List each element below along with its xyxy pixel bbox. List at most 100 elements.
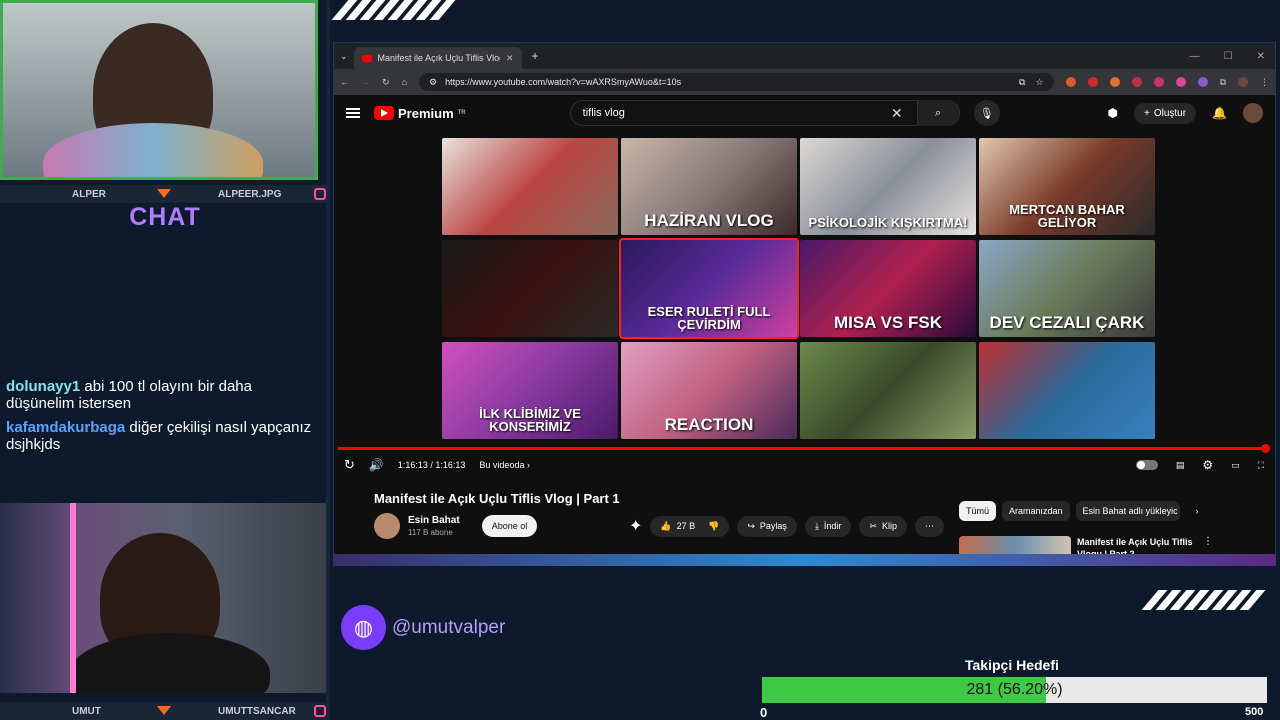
chip-from-search[interactable]: Aramanızdan — [1002, 501, 1070, 521]
forward-icon[interactable]: → — [361, 77, 370, 87]
extension-icon[interactable] — [1109, 77, 1120, 87]
cast-icon[interactable]: ⬢ — [1107, 106, 1117, 120]
replay-icon[interactable]: ↻ — [344, 457, 355, 473]
url-field[interactable]: ⚙ https://www.youtube.com/watch?v=wAXRSm… — [418, 73, 1054, 91]
subtitles-icon[interactable]: ▤ — [1176, 460, 1185, 471]
channel-name[interactable]: Esin Bahat — [408, 515, 460, 526]
subscribe-button[interactable]: Abone ol — [481, 515, 538, 537]
extension-icon[interactable] — [1087, 77, 1098, 87]
profile-avatar[interactable] — [1238, 77, 1248, 87]
search-input[interactable]: tiflis vlog ✕ ⌕ — [569, 100, 960, 126]
endscreen-video-thumbnail[interactable] — [800, 342, 976, 439]
extension-icon[interactable] — [1197, 77, 1208, 87]
overlay-divider — [326, 0, 330, 720]
channel-avatar[interactable] — [374, 513, 400, 539]
new-tab-button[interactable]: + — [522, 49, 549, 63]
webcam-top — [0, 0, 318, 180]
endscreen-video-thumbnail[interactable]: PSİKOLOJİK KIŞKIRTMA! — [800, 138, 976, 235]
thumbnail-caption: HAZİRAN VLOG — [644, 211, 774, 230]
theater-mode-icon[interactable]: ▭ — [1231, 460, 1240, 471]
youtube-region: TR — [457, 110, 466, 116]
maximize-icon[interactable]: ☐ — [1224, 51, 1233, 62]
clear-search-icon[interactable]: ✕ — [891, 105, 917, 122]
thumbs-up-icon: 👍 — [660, 520, 672, 531]
autoplay-toggle[interactable] — [1135, 460, 1158, 470]
youtube-brand: Premium — [398, 105, 454, 121]
settings-gear-icon[interactable]: ⚙ — [1202, 458, 1213, 472]
fullscreen-icon[interactable]: ⛶ — [1258, 460, 1264, 471]
browser-menu-icon[interactable]: ⋮ — [1260, 77, 1269, 88]
endscreen-video-thumbnail[interactable]: REACTION — [621, 342, 797, 439]
chevron-right-icon[interactable]: › — [1196, 506, 1199, 516]
endscreen-video-thumbnail[interactable]: DEV CEZALI ÇARK — [979, 240, 1155, 337]
create-button[interactable]: + Oluştur — [1133, 102, 1197, 124]
volume-icon[interactable]: 🔊 — [369, 458, 384, 472]
like-count: 27 B — [676, 521, 696, 531]
back-icon[interactable]: ← — [340, 77, 349, 87]
search-icon[interactable]: ⌕ — [916, 100, 959, 126]
extension-icon[interactable] — [1065, 77, 1076, 87]
thumbnail-caption: DEV CEZALI ÇARK — [989, 313, 1145, 332]
player-controls-right: ▤ ⚙ ▭ ⛶ — [1135, 458, 1264, 472]
site-info-icon[interactable]: ⚙ — [429, 77, 437, 88]
tab-title: Manifest ile Açık Uçlu Tiflis Vlog | Par… — [377, 53, 500, 63]
microphone-icon[interactable]: 🎙 — [973, 100, 1000, 126]
bookmark-star-icon[interactable]: ☆ — [1035, 77, 1043, 88]
chip-uploader[interactable]: Esin Bahat adlı yükleyic — [1075, 501, 1180, 521]
more-actions-icon[interactable]: ⋯ — [915, 515, 944, 537]
extension-icon[interactable] — [1153, 77, 1164, 87]
chat-title: CHAT — [129, 203, 201, 231]
notifications-bell-icon[interactable]: 🔔 — [1212, 106, 1227, 120]
tab-bar: ⌄ Manifest ile Açık Uçlu Tiflis Vlog | P… — [334, 43, 1275, 69]
endscreen-video-thumbnail[interactable] — [442, 138, 618, 235]
home-icon[interactable]: ⌂ — [402, 77, 407, 87]
download-button[interactable]: ⤓ İndir — [804, 515, 852, 537]
url-text: https://www.youtube.com/watch?v=wAXRSmyA… — [445, 77, 682, 87]
streamer-shirt — [70, 633, 270, 693]
youtube-header: Premium TR tiflis vlog ✕ ⌕ 🎙 ⬢ + Oluştur… — [334, 95, 1275, 131]
window-controls: — ☐ ✕ — [1190, 51, 1275, 62]
endscreen-video-thumbnail[interactable] — [979, 342, 1155, 439]
extensions-puzzle-icon[interactable]: ⧉ — [1220, 77, 1226, 88]
endscreen-video-thumbnail[interactable]: HAZİRAN VLOG — [621, 138, 797, 235]
chat-username: kafamdakurbaga — [6, 419, 126, 436]
extension-icon[interactable] — [1131, 77, 1142, 87]
tab-close-icon[interactable]: ✕ — [506, 53, 514, 64]
thumbnail-caption: ESER RULETİ FULL ÇEVİRDİM — [647, 304, 771, 332]
endscreen-video-thumbnail[interactable]: MERTCAN BAHAR GELİYOR — [979, 138, 1155, 235]
endscreen-video-thumbnail[interactable]: İLK KLİBİMİZ VE KONSERİMİZ — [442, 342, 618, 439]
window-close-icon[interactable]: ✕ — [1257, 51, 1265, 62]
install-icon[interactable]: ⧉ — [1019, 77, 1025, 88]
video-progress-bar[interactable] — [338, 444, 1270, 453]
youtube-favicon-icon — [361, 54, 372, 62]
endscreen-video-thumbnail[interactable]: MISA VS FSK — [800, 240, 976, 337]
tab-active[interactable]: Manifest ile Açık Uçlu Tiflis Vlog | Par… — [353, 47, 522, 69]
reload-icon[interactable]: ↻ — [382, 77, 390, 88]
tab-list-icon[interactable]: ⌄ — [334, 51, 354, 62]
minimize-icon[interactable]: — — [1190, 51, 1200, 62]
account-avatar[interactable] — [1243, 103, 1263, 123]
video-title: Manifest ile Açık Uçlu Tiflis Vlog | Par… — [374, 491, 620, 506]
sparkle-icon[interactable]: ✦ — [629, 516, 642, 536]
endscreen-video-thumbnail[interactable] — [442, 240, 618, 337]
thumbnail-caption: MISA VS FSK — [834, 313, 942, 332]
chapter-button[interactable]: Bu videoda › — [479, 460, 530, 470]
like-button[interactable]: 👍 27 B 👎 — [650, 515, 730, 537]
share-icon: ↪ — [747, 520, 755, 531]
streamer-shirt — [43, 123, 263, 177]
create-label: Oluştur — [1153, 107, 1187, 119]
browser-window: ⌄ Manifest ile Açık Uçlu Tiflis Vlog | P… — [333, 42, 1276, 562]
globe-icon: ◍ — [341, 605, 386, 650]
share-button[interactable]: ↪ Paylaş — [737, 515, 797, 537]
menu-icon[interactable] — [346, 108, 360, 118]
thumbnail-caption: MERTCAN BAHAR GELİYOR — [1009, 202, 1125, 230]
youtube-logo[interactable]: Premium TR — [374, 106, 466, 121]
thumbs-down-icon[interactable]: 👎 — [708, 521, 719, 532]
extension-icon[interactable] — [1175, 77, 1186, 87]
player-controls: ↻ 🔊 1:16:13 / 1:16:13 Bu videoda › ▤ ⚙ ▭… — [334, 453, 1274, 477]
search-value: tiflis vlog — [582, 107, 625, 119]
download-label: İndir — [823, 521, 842, 531]
endscreen-video-thumbnail[interactable]: ESER RULETİ FULL ÇEVİRDİM — [619, 238, 799, 339]
chip-all[interactable]: Tümü — [959, 501, 997, 521]
clip-button[interactable]: ✂ Klip — [859, 515, 907, 537]
